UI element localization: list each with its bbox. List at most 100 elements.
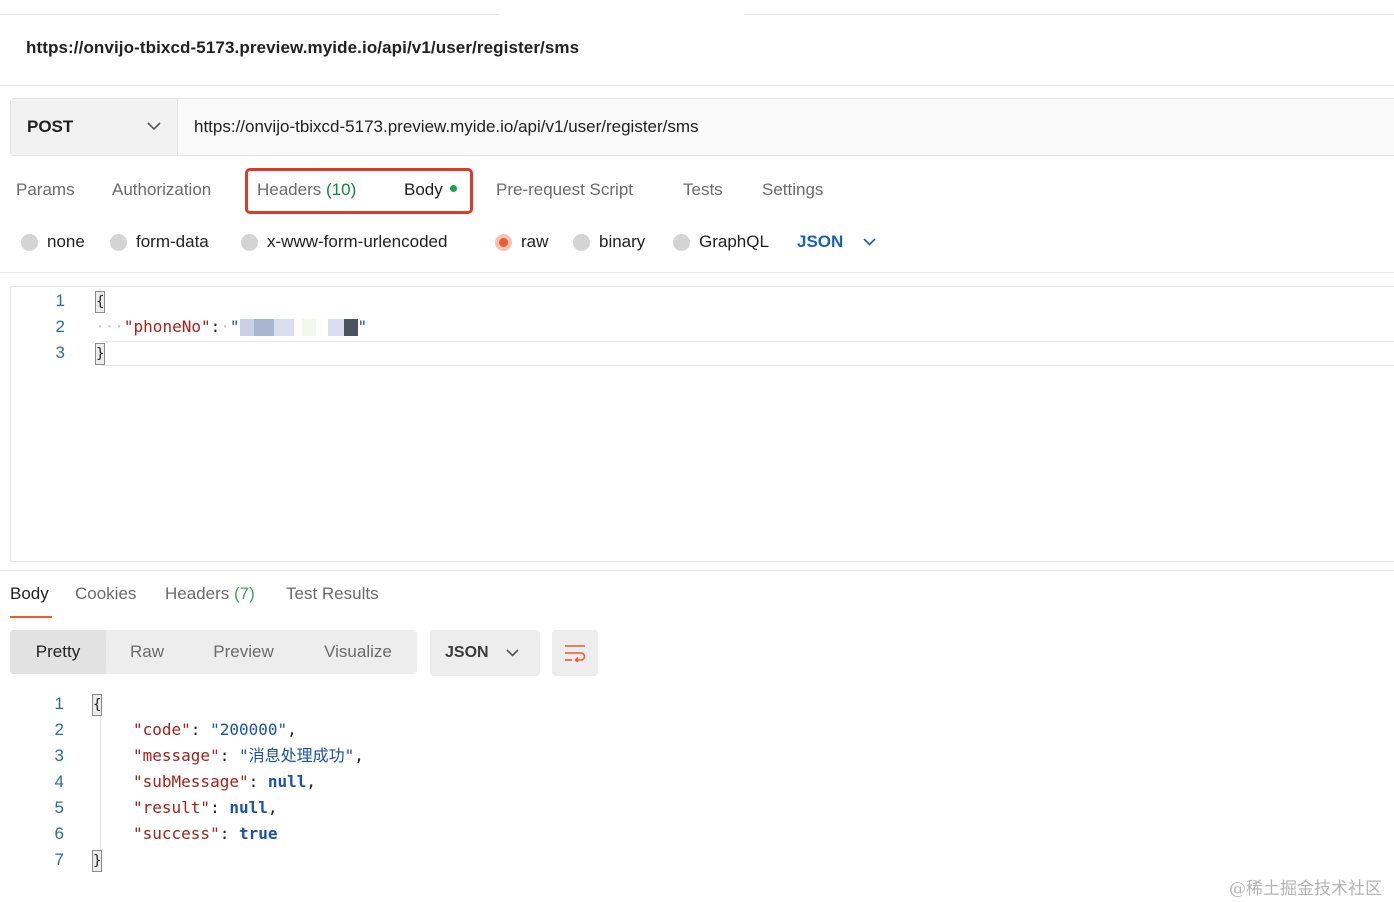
radio-none[interactable]: none xyxy=(21,232,85,252)
response-tab-cookies[interactable]: Cookies xyxy=(75,584,136,604)
tab-tests[interactable]: Tests xyxy=(683,180,723,200)
response-divider xyxy=(0,570,1394,571)
response-body-viewer[interactable]: 1 { 2 "code": "200000", 3 "message": "消息… xyxy=(10,690,1394,890)
code-line: 3 "message": "消息处理成功", xyxy=(10,743,1394,769)
code-line: 2 ···"phoneNo":·" " xyxy=(11,314,1394,340)
wrap-lines-icon xyxy=(565,645,586,662)
radio-form-data-label: form-data xyxy=(136,232,209,251)
view-preview-button[interactable]: Preview xyxy=(188,630,299,674)
code-line: 1 { xyxy=(10,691,1394,717)
code-line: 5 "result": null, xyxy=(10,795,1394,821)
view-raw-button[interactable]: Raw xyxy=(106,630,188,674)
tab-authorization[interactable]: Authorization xyxy=(112,180,211,200)
body-language-label: JSON xyxy=(797,232,844,251)
radio-form-data[interactable]: form-data xyxy=(110,232,209,252)
line-number: 1 xyxy=(54,694,64,713)
radio-raw[interactable]: raw xyxy=(495,232,548,252)
wrap-lines-button[interactable] xyxy=(552,630,598,676)
view-visualize-button[interactable]: Visualize xyxy=(299,630,417,674)
radio-graphql-label: GraphQL xyxy=(699,232,769,251)
code-line: 4 "subMessage": null, xyxy=(10,769,1394,795)
radio-binary[interactable]: binary xyxy=(573,232,645,252)
response-tab-headers-label: Headers xyxy=(165,584,230,603)
method-select[interactable]: POST xyxy=(11,99,178,155)
radio-urlencoded-label: x-www-form-urlencoded xyxy=(267,232,448,251)
json-value: "200000" xyxy=(210,720,288,739)
radio-circle-icon xyxy=(573,233,590,251)
title-divider xyxy=(0,85,1394,86)
json-value: "消息处理成功" xyxy=(238,746,355,765)
json-colon: : xyxy=(210,317,221,336)
code-line: 6 "success": true xyxy=(10,821,1394,847)
line-number: 2 xyxy=(54,720,64,739)
radio-selected-icon xyxy=(495,233,512,251)
code-line: 7 } xyxy=(10,847,1394,873)
url-bar: POST https://onvijo-tbixcd-5173.preview.… xyxy=(10,98,1394,156)
json-value-close-quote: " xyxy=(357,317,368,336)
method-label: POST xyxy=(27,117,74,136)
response-format-select[interactable]: JSON xyxy=(430,630,540,676)
view-pretty-button[interactable]: Pretty xyxy=(10,630,106,674)
json-colon: : xyxy=(190,720,201,739)
close-brace: } xyxy=(95,342,105,365)
radio-raw-label: raw xyxy=(521,232,549,251)
code-line: 3 } xyxy=(11,340,1394,366)
json-value-open-quote: " xyxy=(229,317,240,336)
request-body-editor[interactable]: 1 { 2 ···"phoneNo":·" " 3 } xyxy=(10,286,1394,562)
indent-guide: ··· xyxy=(95,317,124,336)
line-number: 6 xyxy=(54,824,64,843)
code-line: 2 "code": "200000", xyxy=(10,717,1394,743)
open-brace: { xyxy=(92,693,102,716)
radio-urlencoded[interactable]: x-www-form-urlencoded xyxy=(241,232,447,252)
json-value: null xyxy=(267,772,307,791)
json-colon: : xyxy=(219,824,230,843)
radio-none-label: none xyxy=(47,232,85,251)
json-comma: , xyxy=(306,772,317,791)
radio-circle-icon xyxy=(241,233,258,251)
json-key: "phoneNo" xyxy=(123,317,211,336)
radio-circle-icon xyxy=(673,233,690,251)
radio-circle-icon xyxy=(21,233,38,251)
chevron-down-icon xyxy=(147,118,161,136)
json-key: "success" xyxy=(133,824,220,843)
line-number: 7 xyxy=(54,850,64,869)
json-key: "subMessage" xyxy=(133,772,249,791)
chevron-down-icon xyxy=(863,238,876,246)
response-tab-body[interactable]: Body xyxy=(10,584,49,604)
json-comma: , xyxy=(354,746,364,765)
radio-circle-icon xyxy=(110,233,127,251)
active-tab-underline xyxy=(10,616,52,618)
line-number: 3 xyxy=(54,746,64,765)
line-number: 5 xyxy=(54,798,64,817)
response-headers-count-badge: (7) xyxy=(234,584,255,603)
highlight-annotation-box xyxy=(245,168,473,214)
json-comma: , xyxy=(267,798,278,817)
tab-settings[interactable]: Settings xyxy=(762,180,823,200)
chevron-down-icon xyxy=(506,649,519,657)
json-colon: : xyxy=(219,746,230,765)
response-tabs: Body Cookies Headers (7) Test Results xyxy=(0,582,1394,622)
tab-pre-request-script[interactable]: Pre-request Script xyxy=(496,180,633,200)
response-tab-test-results[interactable]: Test Results xyxy=(286,584,379,604)
json-colon: : xyxy=(248,772,259,791)
radio-binary-label: binary xyxy=(599,232,646,251)
section-divider xyxy=(0,272,1394,273)
body-type-selector: none form-data x-www-form-urlencoded raw… xyxy=(0,228,1394,258)
body-language-select[interactable]: JSON xyxy=(797,232,876,252)
code-line: 1 { xyxy=(11,288,1394,314)
json-comma: , xyxy=(287,720,297,739)
line-number: 2 xyxy=(55,317,65,336)
response-view-toggle: Pretty Raw Preview Visualize xyxy=(10,630,417,674)
request-title[interactable]: https://onvijo-tbixcd-5173.preview.myide… xyxy=(26,38,579,58)
indent-guide: · xyxy=(220,317,230,336)
line-number: 4 xyxy=(54,772,64,791)
request-tabs: Params Authorization Headers (10) Body P… xyxy=(0,176,1394,206)
response-tab-headers[interactable]: Headers (7) xyxy=(165,584,255,604)
json-value: true xyxy=(238,824,278,843)
url-input[interactable]: https://onvijo-tbixcd-5173.preview.myide… xyxy=(178,99,1394,155)
json-value: null xyxy=(229,798,268,817)
tab-params[interactable]: Params xyxy=(16,180,75,200)
redacted-phone-mask xyxy=(239,319,358,336)
watermark: @稀土掘金技术社区 xyxy=(1229,879,1382,899)
radio-graphql[interactable]: GraphQL xyxy=(673,232,769,252)
